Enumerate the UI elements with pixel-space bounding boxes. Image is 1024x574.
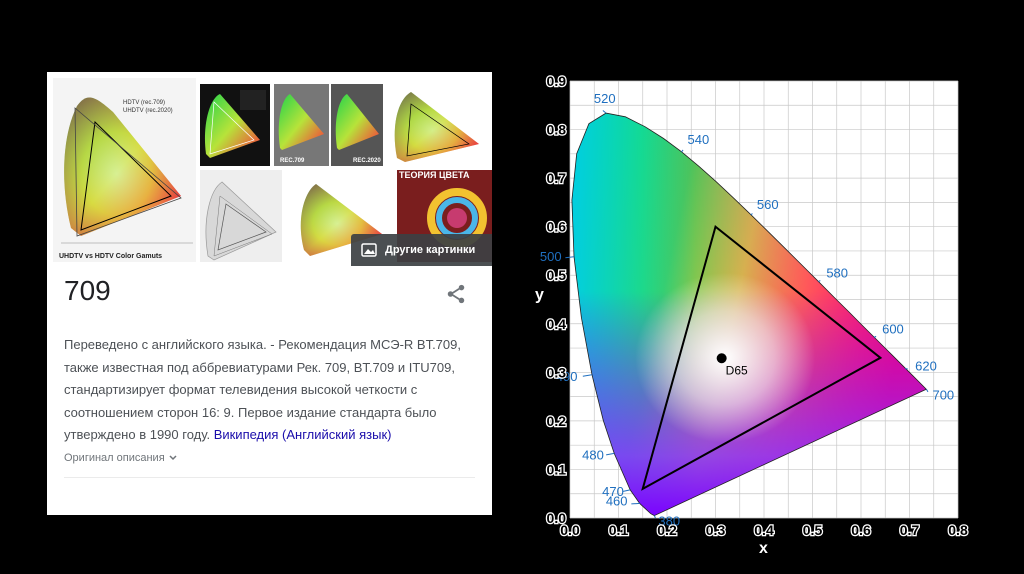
thumb-legend-uhdtv: UHDTV (rec.2020) [123,108,173,114]
thumb-legend-hdtv: HDTV (rec.709) [123,100,166,106]
image-thumb-dark-gamut[interactable] [200,84,270,166]
x-tick-label: 0.5 [803,522,823,538]
image-thumb-rec709[interactable]: REC.709 [274,84,329,166]
white-point-label: D65 [726,363,748,377]
original-description-label: Оригинал описания [64,452,165,464]
image-thumb-rec2020[interactable]: REC.2020 [331,84,383,166]
image-strip[interactable]: HDTV (rec.709) UHDTV (rec.2020) UHDTV vs… [47,72,492,267]
x-tick-label: 0.2 [657,522,677,538]
x-tick-label: 0.1 [609,522,629,538]
x-tick-label: 0.4 [754,522,774,538]
x-tick-label: 0.8 [948,522,968,538]
image-thumb-gamut-pink[interactable] [387,84,492,166]
white-point-d65 [716,353,727,364]
y-axis-ticks: 0.0 0.1 0.2 0.3 0.4 0.5 0.6 0.7 0.8 0.9 [545,72,567,528]
x-tick-label: 0.7 [900,522,920,538]
wavelength-label: 620 [915,358,937,373]
wavelength-label: 470 [602,484,624,499]
wavelength-label: 480 [582,447,604,462]
y-tick-label: 0.7 [547,170,567,186]
y-tick-label: 0.1 [547,461,567,477]
wavelength-label: 700 [932,387,954,402]
image-icon [361,243,377,257]
thumb-gamut-chart [204,90,266,158]
thumb-gamut-chart [335,94,379,150]
share-icon[interactable] [445,283,467,305]
wavelength-tick [631,502,640,505]
original-description-toggle[interactable]: Оригинал описания [64,452,178,464]
wavelength-tick [905,367,908,370]
knowledge-card: HDTV (rec.709) UHDTV (rec.2020) UHDTV vs… [47,72,492,515]
wavelength-label: 500 [540,249,562,264]
cie-chromaticity-diagram: D65 380460470480490500520540560580600620… [535,72,969,557]
divider [64,477,475,478]
x-axis-ticks: 0.0 0.1 0.2 0.3 0.4 0.5 0.6 0.7 0.8 [559,521,969,540]
y-tick-label: 0.2 [547,413,567,429]
y-tick-label: 0.8 [547,122,567,138]
y-tick-label: 0.0 [547,510,567,526]
x-tick-label: 0.6 [851,522,871,538]
wavelength-label: 560 [757,197,779,212]
chevron-down-icon [169,455,177,461]
wavelength-label: 520 [594,91,616,106]
page-title: 709 [64,275,111,306]
description: Переведено с английского языка. - Рекоме… [64,334,479,447]
x-axis-label: x [759,540,768,557]
wavelength-label: 600 [882,321,904,336]
thumb-gamut-chart [278,94,324,150]
image-thumb-uhdtv-hdtv[interactable]: HDTV (rec.709) UHDTV (rec.2020) UHDTV vs… [53,78,196,262]
y-tick-label: 0.4 [547,316,567,332]
thumb-caption: REC.2020 [353,158,381,164]
more-images-label: Другие картинки [385,244,476,256]
wavelength-label: 580 [826,266,848,281]
wikipedia-link[interactable]: Википедия (Английский язык) [214,427,392,442]
thumb-gamut-chart [394,92,479,162]
y-tick-label: 0.9 [547,73,567,89]
more-images-button[interactable]: Другие картинки [351,234,492,266]
thumb-caption: REC.709 [280,158,305,164]
y-tick-label: 0.3 [547,364,567,380]
thumb-gamut-chart [205,181,277,261]
image-thumb-grey-gamut[interactable] [200,170,282,262]
thumb-theory-label: ТЕОРИЯ ЦВЕТА [399,170,470,180]
y-tick-label: 0.6 [547,219,567,235]
x-tick-label: 0.3 [706,522,726,538]
wavelength-label: 540 [688,132,710,147]
thumb-caption: UHDTV vs HDTV Color Gamuts [59,253,163,260]
y-tick-label: 0.5 [547,267,567,283]
y-axis-label: y [535,287,544,304]
